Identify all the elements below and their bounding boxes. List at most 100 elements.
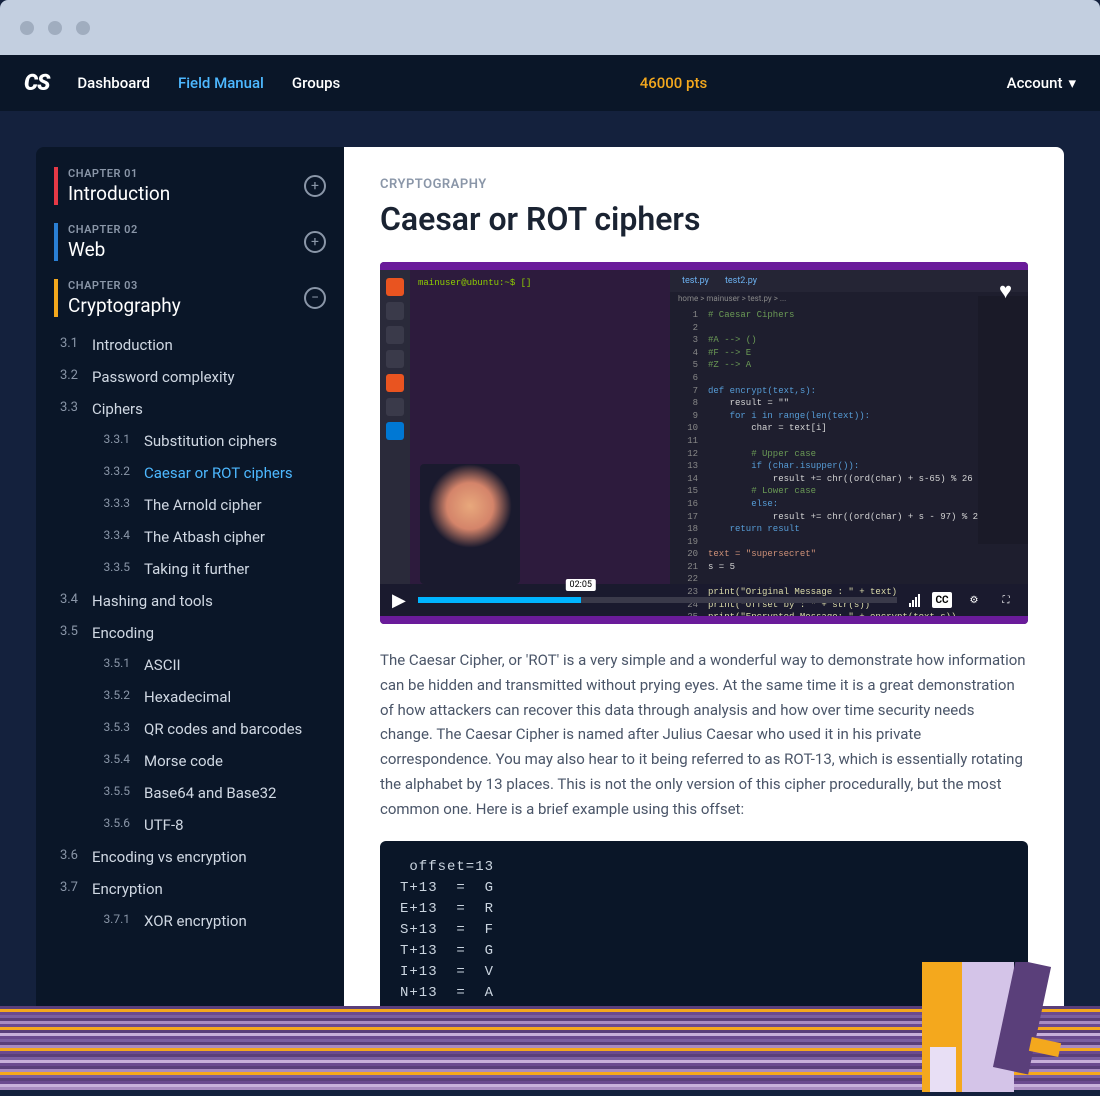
chapter-number: CHAPTER 02	[68, 223, 138, 236]
collapse-icon[interactable]: −	[304, 287, 326, 309]
item-number: 3.3.2	[94, 464, 130, 482]
chapter-header[interactable]: CHAPTER 03 Cryptography −	[50, 279, 330, 317]
video-controls: ▶ 02:05 CC ⚙ ⛶	[380, 584, 1028, 616]
item-number: 3.3.4	[94, 528, 130, 546]
account-menu[interactable]: Account ▾	[1007, 74, 1076, 92]
sidebar-subitem[interactable]: 3.3.4 The Atbash cipher	[54, 521, 330, 553]
nav-field-manual[interactable]: Field Manual	[178, 74, 264, 92]
item-label: Substitution ciphers	[144, 432, 277, 450]
sidebar-item[interactable]: 3.2Password complexity	[54, 361, 330, 393]
chrome-dot	[20, 21, 34, 35]
code-tab: test2.py	[719, 274, 763, 288]
sidebar-subitem[interactable]: 3.5.6 UTF-8	[54, 809, 330, 841]
chrome-dot	[76, 21, 90, 35]
video-status-bar	[380, 616, 1028, 624]
item-label: Taking it further	[144, 560, 249, 578]
code-content: 1# Caesar Ciphers23#A --> ()4#F --> E5#Z…	[670, 305, 1028, 624]
sidebar-subitem[interactable]: 3.5.4 Morse code	[54, 745, 330, 777]
decorative-shapes	[922, 962, 1072, 1092]
item-number: 3.5.6	[94, 816, 130, 834]
sidebar-subitem[interactable]: 3.5.5 Base64 and Base32	[54, 777, 330, 809]
expand-icon[interactable]: +	[304, 231, 326, 253]
files-icon	[386, 302, 404, 320]
account-label: Account	[1007, 74, 1063, 92]
item-number: 3.5.4	[94, 752, 130, 770]
sidebar-item[interactable]: 3.6 Encoding vs encryption	[54, 841, 330, 873]
sidebar-item[interactable]: 3.1 Introduction	[54, 329, 330, 361]
app-icon	[386, 374, 404, 392]
item-number: 3.4	[54, 592, 78, 610]
nav-groups[interactable]: Groups	[292, 74, 340, 92]
minimap	[978, 296, 1028, 544]
item-number: 3.3	[54, 400, 78, 418]
content-area: CRYPTOGRAPHY Caesar or ROT ciphers mainu…	[344, 147, 1064, 1056]
video-player[interactable]: mainuser@ubuntu:~$ [] test.py test2.py h…	[380, 262, 1028, 624]
sidebar-subitem[interactable]: 3.5.3 QR codes and barcodes	[54, 713, 330, 745]
nav-dashboard[interactable]: Dashboard	[77, 74, 150, 92]
progress-bar[interactable]: 02:05	[418, 597, 897, 603]
item-number: 3.5	[54, 624, 78, 642]
chapter-header[interactable]: CHAPTER 01 Introduction +	[50, 167, 330, 205]
chapter-name: Cryptography	[68, 294, 181, 317]
sidebar-item[interactable]: 3.5 Encoding	[54, 617, 330, 649]
item-number: 3.5.1	[94, 656, 130, 674]
instructor-video	[420, 464, 520, 584]
chevron-down-icon: ▾	[1068, 74, 1076, 92]
sidebar-subitem[interactable]: 3.3.5 Taking it further	[54, 553, 330, 585]
app-icon	[386, 398, 404, 416]
page-title: Caesar or ROT ciphers	[380, 200, 1028, 238]
fullscreen-button[interactable]: ⛶	[996, 592, 1016, 608]
sidebar-item[interactable]: 3.3Ciphers	[54, 393, 330, 425]
breadcrumb: CRYPTOGRAPHY	[380, 177, 1028, 192]
item-number: 3.3.1	[94, 432, 130, 450]
heart-icon[interactable]: ♥	[999, 278, 1012, 304]
item-label: Encoding vs encryption	[92, 848, 247, 866]
vscode-icon	[386, 422, 404, 440]
settings-button[interactable]: ⚙	[964, 592, 984, 608]
sidebar-subitem[interactable]: 3.5.2 Hexadecimal	[54, 681, 330, 713]
volume-icon[interactable]	[909, 593, 920, 607]
chapter-number: CHAPTER 01	[68, 167, 170, 180]
item-number: 3.1	[54, 336, 78, 354]
sidebar: CHAPTER 01 Introduction + CHAPTER 02 Web…	[36, 147, 344, 1056]
item-label: Introduction	[92, 336, 173, 354]
item-label: ASCII	[144, 656, 181, 674]
item-label: UTF-8	[144, 816, 184, 834]
firefox-icon	[386, 278, 404, 296]
app-icon	[386, 350, 404, 368]
item-label: Encoding	[92, 624, 154, 642]
sidebar-item[interactable]: 3.4Hashing and tools	[54, 585, 330, 617]
sidebar-subitem[interactable]: 3.3.1 Substitution ciphers	[54, 425, 330, 457]
top-navigation: CS Dashboard Field Manual Groups 46000 p…	[0, 55, 1100, 111]
timestamp: 02:05	[566, 579, 596, 591]
video-app-launcher	[380, 270, 410, 584]
sidebar-subitem[interactable]: 3.5.1 ASCII	[54, 649, 330, 681]
item-label: Hexadecimal	[144, 688, 231, 706]
chapter-name: Introduction	[68, 182, 170, 205]
item-label: QR codes and barcodes	[144, 720, 302, 738]
chapter-number: CHAPTER 03	[68, 279, 181, 292]
cc-button[interactable]: CC	[932, 592, 952, 608]
item-label: Encryption	[92, 880, 163, 898]
sidebar-subitem[interactable]: 3.3.3The Arnold cipher	[54, 489, 330, 521]
chapter-header[interactable]: CHAPTER 02 Web +	[50, 223, 330, 261]
item-number: 3.3.5	[94, 560, 130, 578]
terminal-icon	[386, 326, 404, 344]
expand-icon[interactable]: +	[304, 175, 326, 197]
play-button[interactable]: ▶	[392, 590, 406, 611]
body-text: The Caesar Cipher, or 'ROT' is a very si…	[380, 648, 1028, 821]
item-label: Morse code	[144, 752, 223, 770]
item-label: The Atbash cipher	[144, 528, 265, 546]
item-number: 3.5.3	[94, 720, 130, 738]
logo[interactable]: CS	[24, 71, 49, 96]
points-display: 46000 pts	[640, 74, 708, 92]
chapter-name: Web	[68, 238, 138, 261]
sidebar-item[interactable]: 3.7Encryption	[54, 873, 330, 905]
sidebar-subitem[interactable]: 3.7.1XOR encryption	[54, 905, 330, 937]
item-number: 3.5.5	[94, 784, 130, 802]
item-label: Base64 and Base32	[144, 784, 276, 802]
sidebar-subitem[interactable]: 3.3.2Caesar or ROT ciphers	[54, 457, 330, 489]
item-number: 3.5.2	[94, 688, 130, 706]
item-label: Password complexity	[92, 368, 235, 386]
item-number: 3.6	[54, 848, 78, 866]
